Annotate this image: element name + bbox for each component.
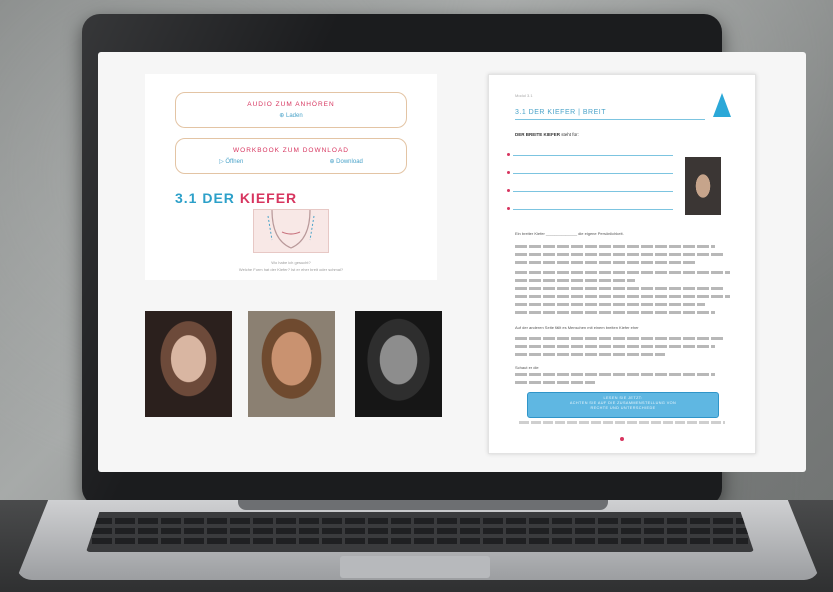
audio-button[interactable]: AUDIO ZUM ANHÖREN ⊕ Laden <box>175 92 407 128</box>
blank-line[interactable] <box>507 189 673 192</box>
audio-title: AUDIO ZUM ANHÖREN <box>247 101 335 108</box>
text-line <box>515 253 725 256</box>
download-link[interactable]: ⊕ Download <box>329 158 362 165</box>
text-line <box>515 261 695 264</box>
brand-logo-icon <box>713 93 731 117</box>
paragraph-3: Schaut er die <box>515 365 539 370</box>
text-line <box>515 303 705 306</box>
blank-line[interactable] <box>507 171 673 174</box>
face-photo-man-beard <box>248 311 335 417</box>
paragraph-1: Ein breiter Kiefer ______________ die ei… <box>515 231 624 236</box>
portrait-thumbnail <box>685 157 721 215</box>
face-photo-man-bw <box>355 311 442 417</box>
caption-1: Wo habe ich gesucht? <box>271 260 311 265</box>
text-line <box>515 337 725 340</box>
laptop-hinge <box>238 500 608 510</box>
read-now-button[interactable]: LESEN SIE JETZT: ACHTEN SIE AUF DIE ZUSA… <box>527 392 719 418</box>
intro-text: DER BREITE KIEFER steht für: <box>515 132 579 137</box>
text-line <box>515 279 635 282</box>
text-line <box>515 311 715 314</box>
caption-2: Welche Form hat der Kiefer? Ist er eher … <box>238 267 344 272</box>
text-line <box>515 271 730 274</box>
keyboard <box>86 512 754 552</box>
page-dot <box>620 437 624 441</box>
breadcrumb: Modul 3.1 <box>515 93 533 98</box>
text-line <box>515 245 715 248</box>
open-link[interactable]: ▷ Öffnen <box>219 158 243 165</box>
text-line <box>515 295 730 298</box>
audio-load-link[interactable]: ⊕ Laden <box>176 112 406 119</box>
course-slide: AUDIO ZUM ANHÖREN ⊕ Laden WORKBOOK ZUM D… <box>145 74 437 280</box>
jaw-illustration <box>253 209 329 253</box>
workbook-title: WORKBOOK ZUM DOWNLOAD <box>233 147 349 154</box>
section-heading: 3.1 DER KIEFER <box>175 190 298 206</box>
trackpad <box>340 556 490 578</box>
text-line <box>515 353 665 356</box>
text-line <box>515 345 715 348</box>
laptop-screen: AUDIO ZUM ANHÖREN ⊕ Laden WORKBOOK ZUM D… <box>98 52 806 472</box>
paragraph-2: Auf der anderen Seite fällt es Menschen … <box>515 325 639 330</box>
face-photo-woman <box>145 311 232 417</box>
blank-line[interactable] <box>507 207 673 210</box>
footer-text <box>519 421 725 424</box>
workbook-page: Modul 3.1 3.1 DER KIEFER | BREIT DER BRE… <box>488 74 756 454</box>
blank-line[interactable] <box>507 153 673 156</box>
workbook-box: WORKBOOK ZUM DOWNLOAD ▷ Öffnen ⊕ Downloa… <box>175 138 407 174</box>
text-line <box>515 373 715 376</box>
text-line <box>515 381 595 384</box>
page-title: 3.1 DER KIEFER | BREIT <box>515 109 607 116</box>
title-rule <box>515 119 705 120</box>
text-line <box>515 287 725 290</box>
